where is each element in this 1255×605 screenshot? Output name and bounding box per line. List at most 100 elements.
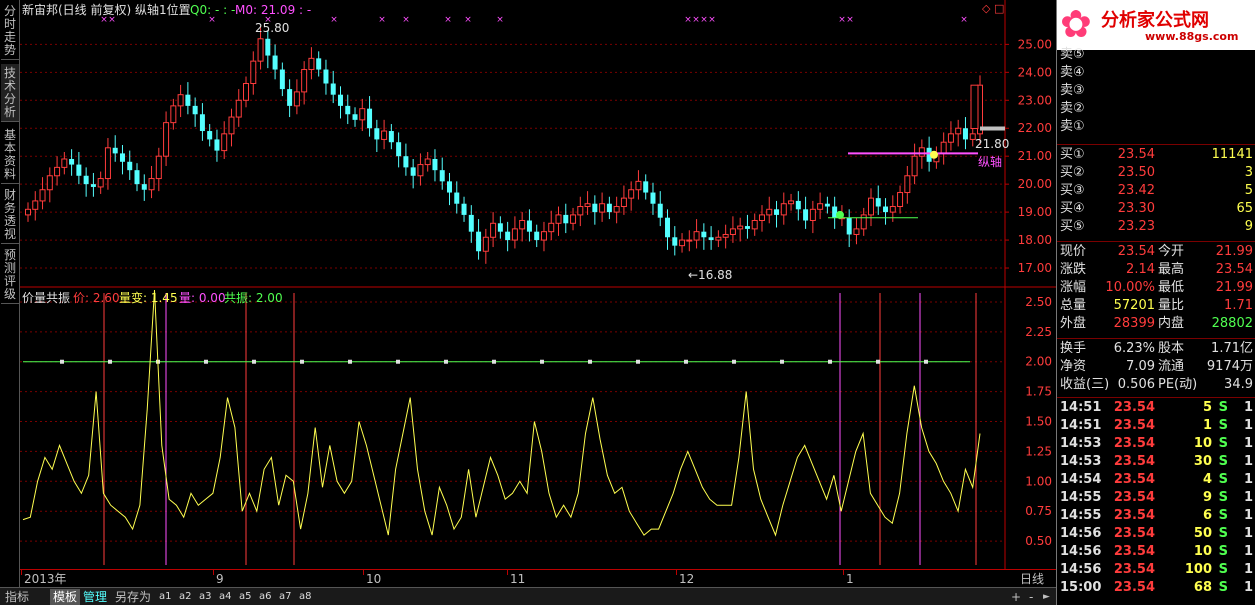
candle-body bbox=[722, 233, 729, 238]
side-tab-4[interactable]: 预测评级 bbox=[1, 246, 19, 304]
candle-body bbox=[875, 198, 881, 207]
bottom-tab-9[interactable]: a6 bbox=[256, 589, 275, 605]
side-tab-1[interactable]: 技术分析 bbox=[1, 64, 19, 122]
candle-body bbox=[403, 156, 409, 168]
indicator-tick-label: 2.50 bbox=[1025, 295, 1052, 309]
resonance-marker bbox=[300, 359, 304, 364]
candle-body bbox=[345, 105, 351, 115]
quote-cell: 流通 bbox=[1158, 359, 1185, 374]
stat-row: 现价 23.54 今开 21.99 bbox=[1057, 243, 1255, 261]
quote-cell: 量比 bbox=[1158, 298, 1185, 313]
candle-body bbox=[410, 167, 416, 176]
bottom-tab-8[interactable]: a5 bbox=[236, 589, 255, 605]
signal-x-icon: × bbox=[960, 15, 968, 25]
quote-cell: 21.99 bbox=[1215, 280, 1253, 295]
square-icon[interactable]: □ bbox=[994, 2, 1004, 16]
candle-body bbox=[432, 158, 438, 171]
side-tab-0[interactable]: 分时走势 bbox=[1, 2, 19, 60]
price-tick-label: 19.00 bbox=[1018, 205, 1052, 219]
quote-cell: 7.09 bbox=[1126, 359, 1155, 374]
candle-body bbox=[207, 131, 213, 140]
resonance-marker bbox=[348, 359, 352, 364]
quote-cell: 今开 bbox=[1158, 244, 1185, 259]
bottom-tab-2[interactable]: 管理 bbox=[80, 589, 110, 605]
quote-cell: PE(动) bbox=[1158, 377, 1198, 392]
resonance-marker bbox=[396, 359, 400, 364]
bottom-tab-7[interactable]: a4 bbox=[216, 589, 235, 605]
bottom-tab-4[interactable]: a1 bbox=[156, 589, 175, 605]
candle-body bbox=[69, 158, 75, 165]
info-row: 净资 7.09 流通 9174万 bbox=[1057, 358, 1255, 376]
candle-body bbox=[104, 147, 111, 180]
candle-body bbox=[628, 189, 635, 199]
tick-row: 14:56 23.54 50 S 1 bbox=[1057, 525, 1255, 543]
quote-cell: 23.54 bbox=[1113, 436, 1155, 451]
side-tab-label: 财务透视 bbox=[3, 188, 16, 241]
bottom-tab-0[interactable]: 指标 bbox=[2, 589, 32, 605]
candle-body bbox=[257, 38, 264, 62]
price-tick-label: 23.00 bbox=[1018, 93, 1052, 107]
buy-signal-dot bbox=[836, 210, 844, 219]
bottom-tab-1[interactable]: 模板 bbox=[50, 589, 81, 605]
candle-body bbox=[635, 180, 642, 191]
side-tab-3[interactable]: 财务透视 bbox=[1, 186, 19, 244]
candle-body bbox=[911, 155, 918, 177]
candle-body bbox=[686, 239, 693, 242]
stat-row: 外盘 28399 内盘 28802 bbox=[1057, 315, 1255, 333]
bottom-tab-10[interactable]: a7 bbox=[276, 589, 295, 605]
quote-cell: 14:54 bbox=[1060, 472, 1102, 487]
zoom-in-button[interactable]: + bbox=[1008, 589, 1024, 605]
kline-chart[interactable]: 25.00 24.00 23.00 22.00 21.00 20.00 19.00 18.00… bbox=[20, 0, 1056, 569]
quote-cell: 14:53 bbox=[1060, 454, 1102, 469]
diamond-icon[interactable]: ◇ bbox=[982, 2, 990, 16]
bottom-tab-11[interactable]: a8 bbox=[296, 589, 315, 605]
quote-cell: 100 bbox=[1184, 562, 1212, 577]
bottom-tab-6[interactable]: a3 bbox=[196, 589, 215, 605]
bottom-tab-3[interactable]: 另存为 bbox=[112, 589, 154, 605]
resonance-marker bbox=[540, 359, 544, 364]
side-tab-label: 分时走势 bbox=[3, 4, 16, 57]
quote-cell: 34.9 bbox=[1224, 377, 1253, 392]
quote-cell: 14:55 bbox=[1060, 490, 1102, 505]
candle-body bbox=[947, 133, 954, 143]
buy-row: 买② 23.50 3 bbox=[1057, 164, 1255, 182]
quote-cell: 21.99 bbox=[1215, 244, 1253, 259]
candle-body bbox=[461, 203, 467, 215]
candle-body bbox=[54, 166, 61, 177]
quote-cell: 买⑤ bbox=[1060, 219, 1085, 234]
candle-body bbox=[352, 114, 358, 120]
quote-cell: 23.54 bbox=[1113, 418, 1155, 433]
bottom-tab-5[interactable]: a2 bbox=[176, 589, 195, 605]
candle-body bbox=[570, 214, 577, 224]
quote-cell: 1 bbox=[1243, 580, 1253, 595]
quote-cell: 14:51 bbox=[1060, 400, 1102, 415]
quote-cell: 30 bbox=[1193, 454, 1212, 469]
quote-cell: 最高 bbox=[1158, 262, 1185, 277]
quote-cell: 14:53 bbox=[1060, 436, 1102, 451]
date-tick bbox=[676, 570, 677, 575]
candle-body bbox=[97, 178, 104, 188]
candle-body bbox=[860, 214, 867, 230]
quote-cell: 57201 bbox=[1113, 298, 1155, 313]
tick-row: 14:56 23.54 100 S 1 bbox=[1057, 561, 1255, 579]
candle-body bbox=[940, 141, 947, 154]
candle-body bbox=[803, 209, 809, 221]
candle-body bbox=[824, 203, 830, 207]
divider bbox=[1057, 397, 1255, 398]
quote-cell: 买③ bbox=[1060, 183, 1085, 198]
period-label[interactable]: 日线 bbox=[1020, 571, 1044, 587]
candle-body bbox=[61, 158, 68, 168]
candle-body bbox=[381, 130, 388, 140]
candle-body bbox=[279, 69, 285, 90]
side-tab-2[interactable]: 基本资料 bbox=[1, 126, 19, 184]
candle-body bbox=[83, 175, 89, 185]
scroll-right-icon[interactable]: ► bbox=[1040, 589, 1053, 605]
tick-row: 14:53 23.54 10 S 1 bbox=[1057, 435, 1255, 453]
quote-cell: 现价 bbox=[1060, 244, 1087, 259]
candle-body bbox=[897, 192, 904, 208]
zoom-out-button[interactable]: - bbox=[1026, 589, 1036, 605]
candle-body bbox=[396, 142, 402, 157]
axis-position-label: 纵轴 bbox=[978, 155, 1003, 169]
candle-body bbox=[650, 192, 656, 204]
candle-body bbox=[170, 105, 177, 124]
